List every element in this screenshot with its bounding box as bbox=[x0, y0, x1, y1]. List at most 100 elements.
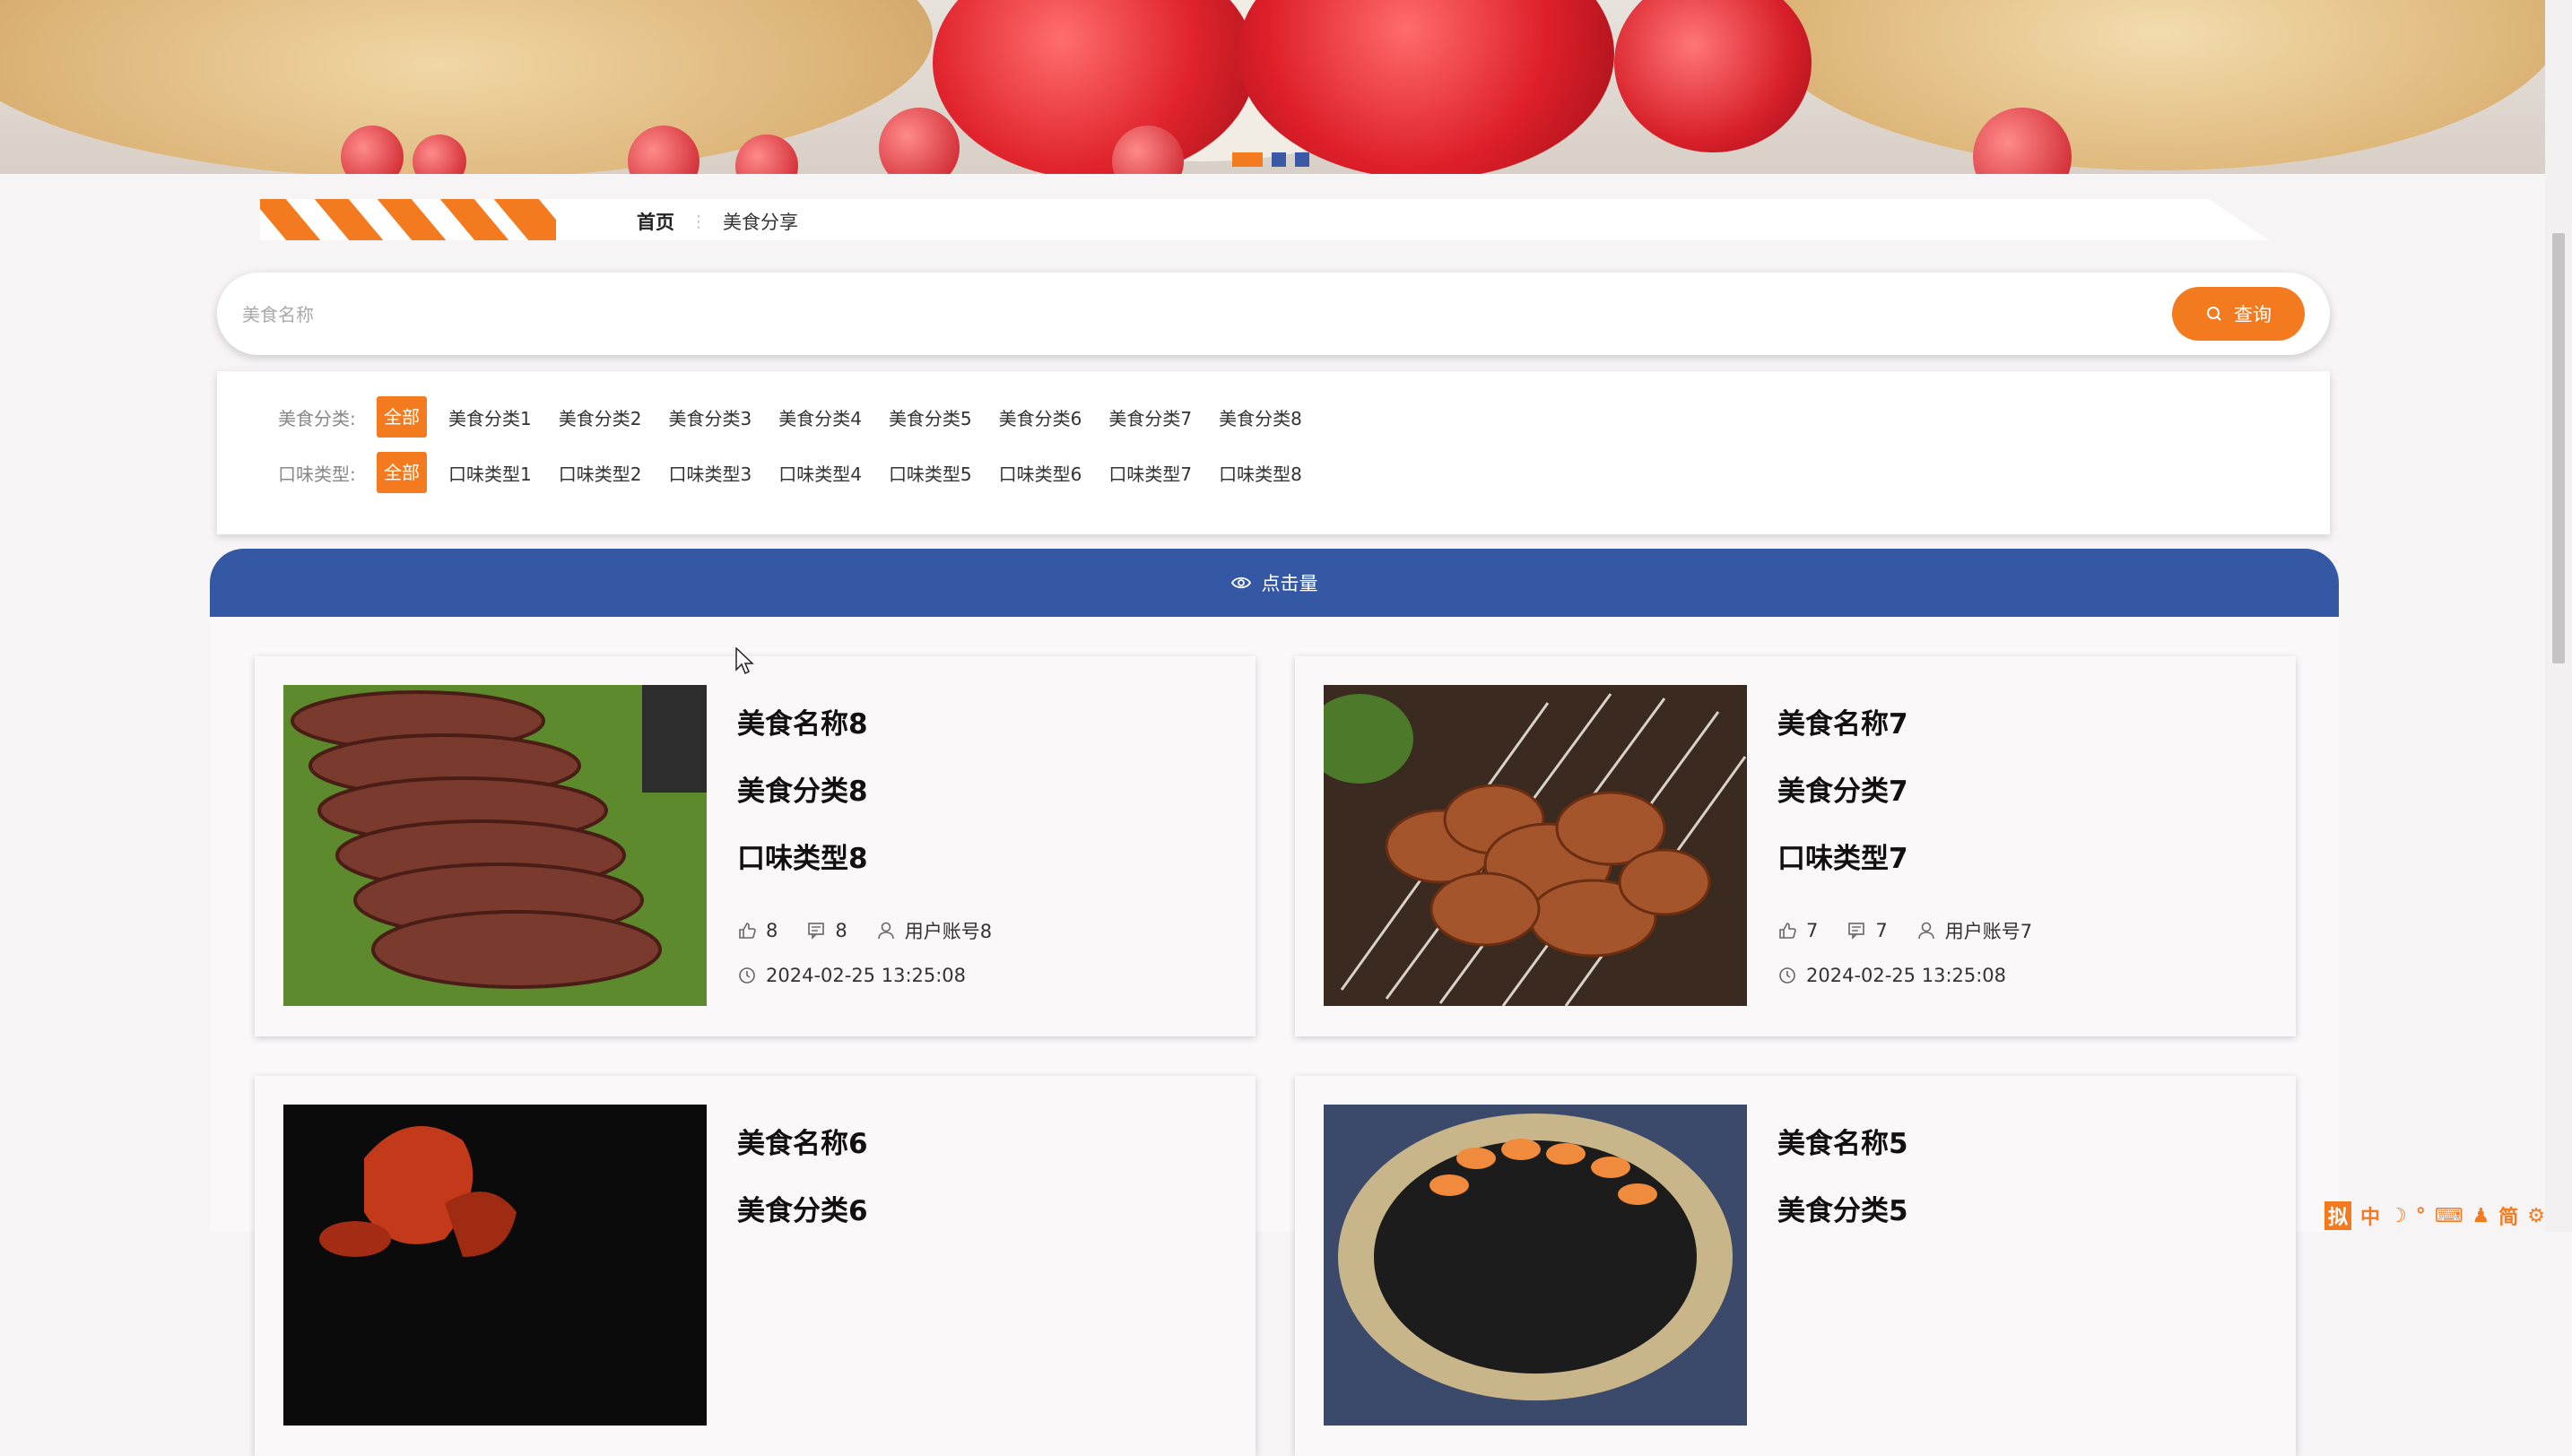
author: 用户账号8 bbox=[876, 917, 992, 944]
likes: 7 bbox=[1777, 920, 1818, 941]
filter-category-option[interactable]: 美食分类8 bbox=[1219, 404, 1302, 430]
tray-item[interactable]: 简 bbox=[2498, 1201, 2518, 1230]
tray-item[interactable]: ° bbox=[2416, 1205, 2426, 1227]
clock-icon bbox=[1779, 967, 1795, 984]
search-button-label: 查询 bbox=[2234, 304, 2272, 325]
food-name: 美食名称8 bbox=[737, 708, 868, 741]
author: 用户账号7 bbox=[1916, 917, 2032, 944]
filter-taste-option[interactable]: 口味类型1 bbox=[448, 460, 532, 486]
comments: 8 bbox=[806, 920, 847, 941]
food-image[interactable] bbox=[283, 685, 707, 1006]
author-name: 用户账号7 bbox=[1944, 921, 2033, 942]
timestamp-text: 2024-02-25 13:25:08 bbox=[1806, 965, 2007, 986]
food-image[interactable] bbox=[1324, 685, 1747, 1006]
timestamp-text: 2024-02-25 13:25:08 bbox=[766, 965, 967, 986]
filter-taste-option[interactable]: 口味类型2 bbox=[559, 460, 642, 486]
tray-item[interactable]: ♟ bbox=[2472, 1205, 2490, 1227]
filter-category-option[interactable]: 美食分类2 bbox=[559, 404, 642, 430]
food-card[interactable]: 美食名称6 美食分类6 bbox=[255, 1076, 1256, 1456]
filter-taste-option[interactable]: 口味类型5 bbox=[889, 460, 972, 486]
clock-icon bbox=[739, 967, 755, 984]
filter-category-option[interactable]: 美食分类1 bbox=[448, 404, 532, 430]
filter-category-option[interactable]: 美食分类3 bbox=[668, 404, 752, 430]
carousel-dot[interactable] bbox=[1295, 152, 1309, 167]
food-info: 美食名称6 美食分类6 bbox=[737, 1126, 868, 1261]
filter-row-category: 美食分类: 全部 美食分类1 美食分类2 美食分类3 美食分类4 美食分类5 美… bbox=[278, 396, 1329, 438]
food-info: 美食名称8 美食分类8 口味类型8 8 8 用户账号8 2024-02-25 1… bbox=[737, 706, 1008, 998]
shrimp-plate-graphic bbox=[1324, 1105, 1747, 1426]
food-card[interactable]: 美食名称8 美食分类8 口味类型8 8 8 用户账号8 2024-02-25 1… bbox=[255, 656, 1256, 1036]
food-taste: 口味类型8 bbox=[737, 843, 868, 875]
food-category: 美食分类6 bbox=[737, 1195, 868, 1227]
filter-category-option[interactable]: 美食分类6 bbox=[999, 404, 1082, 430]
filter-taste-option[interactable]: 口味类型6 bbox=[999, 460, 1082, 486]
food-info: 美食名称5 美食分类5 bbox=[1777, 1126, 1908, 1261]
filter-taste-option[interactable]: 口味类型3 bbox=[668, 460, 752, 486]
search-icon bbox=[2207, 307, 2221, 321]
author-name: 用户账号8 bbox=[904, 921, 993, 942]
food-time: 2024-02-25 13:25:08 bbox=[1777, 953, 2048, 998]
food-taste: 口味类型7 bbox=[1777, 843, 1908, 875]
breadcrumb-stripes bbox=[260, 199, 556, 240]
tray-item[interactable]: 拟 bbox=[2324, 1201, 2352, 1230]
filter-taste-option[interactable]: 口味类型8 bbox=[1219, 460, 1302, 486]
thumbs-up-icon bbox=[1779, 923, 1796, 939]
filter-category-all[interactable]: 全部 bbox=[377, 396, 427, 438]
carousel-dot[interactable] bbox=[1272, 152, 1286, 167]
comments-count: 8 bbox=[835, 920, 847, 941]
banner-currant bbox=[879, 108, 960, 174]
breadcrumb-separator: ⋮ bbox=[691, 212, 707, 231]
carousel-dot[interactable] bbox=[1232, 152, 1263, 167]
food-time: 2024-02-25 13:25:08 bbox=[737, 953, 1008, 998]
filter-row-taste: 口味类型: 全部 口味类型1 口味类型2 口味类型3 口味类型4 口味类型5 口… bbox=[278, 452, 1329, 493]
tray-item[interactable]: ⌨ bbox=[2435, 1205, 2463, 1227]
search-button[interactable]: 查询 bbox=[2172, 287, 2305, 341]
food-name: 美食名称6 bbox=[737, 1128, 868, 1160]
filter-label-category: 美食分类: bbox=[278, 407, 356, 429]
sort-by-views-button[interactable]: 点击量 bbox=[210, 549, 2339, 617]
tray-item[interactable]: ⚙ bbox=[2527, 1205, 2545, 1227]
filter-category-option[interactable]: 美食分类4 bbox=[778, 404, 862, 430]
carousel-indicators bbox=[1232, 152, 1309, 167]
food-info: 美食名称7 美食分类7 口味类型7 7 7 用户账号7 2024-02-25 1… bbox=[1777, 706, 2048, 998]
likes: 8 bbox=[737, 920, 778, 941]
user-icon bbox=[1917, 922, 1934, 940]
breadcrumb-home[interactable]: 首页 bbox=[637, 208, 674, 235]
banner-strawberry bbox=[1614, 0, 1812, 152]
banner-tart-right bbox=[1758, 0, 2545, 170]
user-icon bbox=[877, 922, 894, 940]
filter-taste-option[interactable]: 口味类型4 bbox=[778, 460, 862, 486]
comment-icon bbox=[808, 923, 825, 940]
filter-category-option[interactable]: 美食分类7 bbox=[1108, 404, 1192, 430]
timestamp: 2024-02-25 13:25:08 bbox=[737, 965, 966, 986]
skewers-graphic bbox=[1324, 685, 1747, 1006]
comments-count: 7 bbox=[1875, 920, 1888, 941]
search-input[interactable] bbox=[240, 292, 2145, 337]
food-card[interactable]: 美食名称5 美食分类5 bbox=[1295, 1076, 2296, 1456]
food-category: 美食分类8 bbox=[737, 776, 868, 808]
filter-taste-option[interactable]: 口味类型7 bbox=[1108, 460, 1192, 486]
filter-taste-all[interactable]: 全部 bbox=[377, 452, 427, 493]
tray-item[interactable]: 中 bbox=[2360, 1201, 2380, 1230]
filter-category-option[interactable]: 美食分类5 bbox=[889, 404, 972, 430]
mouse-cursor-icon bbox=[735, 647, 754, 675]
likes-count: 7 bbox=[1806, 920, 1819, 941]
hero-banner[interactable] bbox=[0, 0, 2545, 174]
food-category: 美食分类7 bbox=[1777, 776, 1908, 808]
eye-icon bbox=[1230, 576, 1251, 589]
food-list: 美食名称8 美食分类8 口味类型8 8 8 用户账号8 2024-02-25 1… bbox=[210, 617, 2339, 1456]
beef-slices-graphic bbox=[283, 685, 707, 1006]
food-category: 美食分类5 bbox=[1777, 1195, 1908, 1227]
food-name: 美食名称7 bbox=[1777, 708, 1908, 741]
dish-graphic bbox=[283, 1105, 707, 1426]
comment-icon bbox=[1848, 923, 1865, 940]
breadcrumb: 首页 ⋮ 美食分享 bbox=[637, 208, 798, 235]
food-image[interactable] bbox=[283, 1105, 707, 1426]
breadcrumb-current: 美食分享 bbox=[723, 212, 798, 233]
food-card[interactable]: 美食名称7 美食分类7 口味类型7 7 7 用户账号7 2024-02-25 1… bbox=[1295, 656, 2296, 1036]
food-image[interactable] bbox=[1324, 1105, 1747, 1426]
scrollbar-thumb[interactable] bbox=[2552, 233, 2565, 663]
breadcrumb-bar bbox=[260, 199, 2269, 240]
ime-tray: 拟 中 ☽ ° ⌨ ♟ 简 ⚙ bbox=[2324, 1201, 2545, 1230]
tray-item[interactable]: ☽ bbox=[2389, 1205, 2407, 1227]
